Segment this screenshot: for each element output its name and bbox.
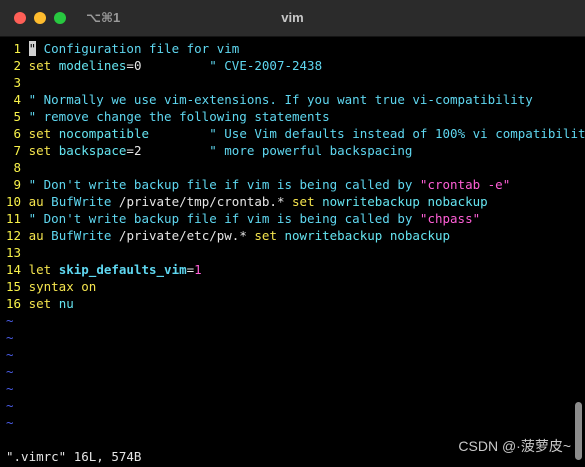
line-number: 8 (6, 160, 29, 175)
line-number: 14 (6, 262, 29, 277)
cursor: " (28, 41, 37, 56)
status-line: ".vimrc" 16L, 574B (6, 449, 142, 464)
code-line[interactable]: 6 set nocompatible " Use Vim defaults in… (6, 125, 585, 142)
code-line[interactable]: 11 " Don't write backup file if vim is b… (6, 210, 572, 227)
scrollbar[interactable] (574, 40, 583, 460)
code-token: syntax (28, 279, 74, 294)
watermark: CSDN @·菠萝皮~ (458, 438, 571, 454)
code-token: backspace (58, 143, 127, 158)
code-token: set (28, 296, 52, 311)
code-token: set (28, 58, 52, 73)
code-line[interactable]: 2 set modelines=0 " CVE-2007-2438 (6, 57, 572, 74)
code-line[interactable]: 8 (6, 159, 572, 176)
code-token: skip_defaults_vim (58, 262, 187, 277)
code-line[interactable]: 5 " remove change the following statemen… (6, 108, 572, 125)
code-token: " more powerful backspacing (209, 143, 413, 158)
code-token: /private/etc/pw.* (111, 228, 255, 243)
code-token: " Use Vim defaults instead of 100% vi co… (209, 126, 585, 141)
empty-line-marker: ~ (6, 330, 14, 345)
empty-line-marker: ~ (6, 364, 14, 379)
line-number: 3 (6, 75, 29, 90)
code-line[interactable]: 10 au BufWrite /private/tmp/crontab.* se… (6, 193, 572, 210)
line-number: 16 (6, 296, 29, 311)
empty-line-marker: ~ (6, 347, 14, 362)
line-number: 2 (6, 58, 29, 73)
scrollbar-thumb[interactable] (575, 402, 582, 460)
line-number: 1 (6, 41, 29, 56)
code-token: nu (58, 296, 74, 311)
terminal-window: ⌥⌘1 vim 1 " Configuration file for vim 2… (0, 0, 585, 467)
line-number: 7 (6, 143, 29, 158)
code-line[interactable]: 12 au BufWrite /private/etc/pw.* set now… (6, 227, 572, 244)
code-token: "crontab -e" (419, 177, 511, 192)
line-number: 6 (6, 126, 29, 141)
line-number: 15 (6, 279, 29, 294)
code-token: au (28, 194, 44, 209)
code-token: set (28, 143, 52, 158)
code-token: nowritebackup nobackup (322, 194, 488, 209)
empty-line-marker: ~ (6, 415, 14, 430)
empty-line-marker: ~ (6, 398, 14, 413)
title-bar[interactable]: ⌥⌘1 vim (0, 0, 585, 37)
line-number: 4 (6, 92, 29, 107)
empty-line-marker: ~ (6, 313, 14, 328)
code-token: =2 (126, 143, 142, 158)
code-token: "chpass" (419, 211, 481, 226)
code-token: " Don't write backup file if vim is bein… (28, 211, 420, 226)
editor-buffer[interactable]: 1 " Configuration file for vim 2 set mod… (6, 40, 585, 431)
code-token: on (81, 279, 97, 294)
code-token: modelines (58, 58, 127, 73)
line-number: 13 (6, 245, 29, 260)
empty-line-marker: ~ (6, 381, 14, 396)
code-token: BufWrite (51, 228, 112, 243)
code-token: " Don't write backup file if vim is bein… (28, 177, 420, 192)
code-line[interactable]: 9 " Don't write backup file if vim is be… (6, 176, 572, 193)
code-token: " remove change the following statements (28, 109, 330, 124)
code-token: =0 (126, 58, 142, 73)
code-line[interactable]: 3 (6, 74, 572, 91)
code-line[interactable]: 13 (6, 244, 572, 261)
code-token: set (254, 228, 277, 243)
code-token: " CVE-2007-2438 (209, 58, 323, 73)
code-token: nocompatible (58, 126, 149, 141)
code-token: set (292, 194, 315, 209)
code-token: " Normally we use vim-extensions. If you… (28, 92, 533, 107)
window-title: vim (281, 10, 304, 25)
code-line[interactable]: 16 set nu (6, 295, 572, 312)
code-token: au (28, 228, 44, 243)
code-line[interactable]: 4 " Normally we use vim-extensions. If y… (6, 91, 572, 108)
code-token: let (28, 262, 52, 277)
line-number: 12 (6, 228, 29, 243)
code-line[interactable]: 1 " Configuration file for vim (6, 40, 572, 57)
code-token: /private/tmp/crontab.* (111, 194, 293, 209)
line-number: 11 (6, 211, 29, 226)
code-token: Configuration file for vim (36, 41, 240, 56)
code-token: nowritebackup nobackup (284, 228, 451, 243)
code-token: BufWrite (51, 194, 112, 209)
line-number: 5 (6, 109, 29, 124)
code-token: set (28, 126, 52, 141)
code-token: 1 (194, 262, 202, 277)
line-number: 9 (6, 177, 29, 192)
code-line[interactable]: 7 set backspace=2 " more powerful backsp… (6, 142, 572, 159)
code-line[interactable]: 14 let skip_defaults_vim=1 (6, 261, 572, 278)
line-number: 10 (6, 194, 29, 209)
code-line[interactable]: 15 syntax on (6, 278, 572, 295)
